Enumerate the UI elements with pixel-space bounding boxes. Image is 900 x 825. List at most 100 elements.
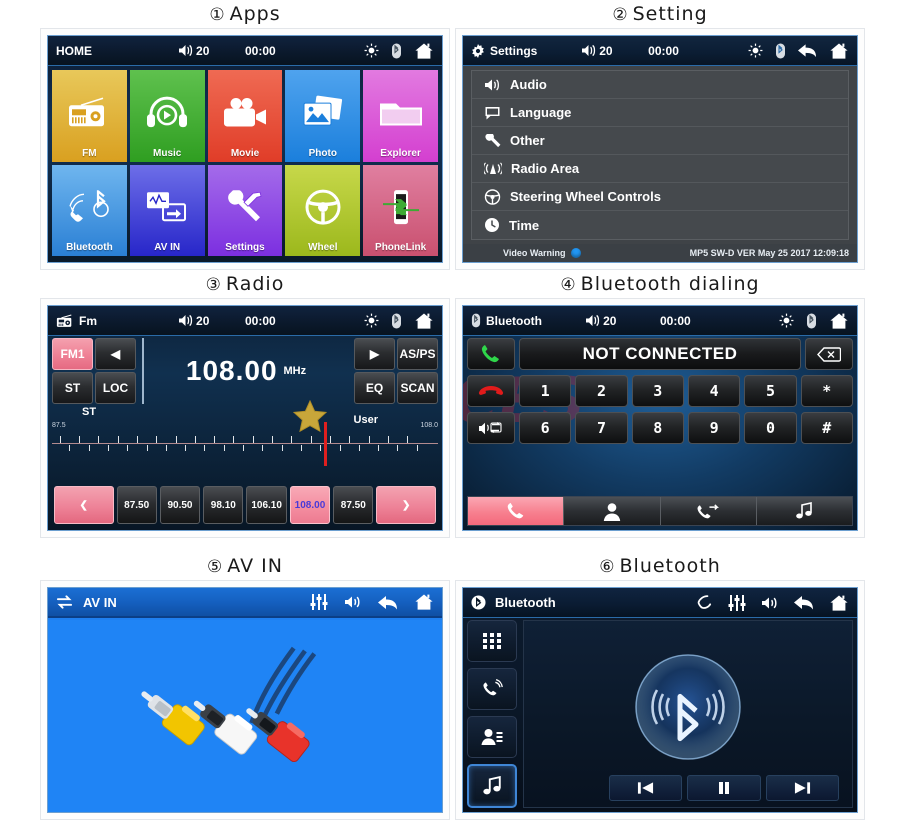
- app-tile-explorer[interactable]: Explorer: [363, 70, 438, 162]
- radio-preset-prev-button[interactable]: ❮: [54, 486, 114, 524]
- dial-key-8[interactable]: 8: [631, 412, 684, 444]
- settings-row-other[interactable]: Other: [472, 127, 848, 155]
- radio-preset-2[interactable]: 90.50: [159, 486, 201, 524]
- settings-row-label: Steering Wheel Controls: [510, 189, 661, 204]
- radio-asps-button[interactable]: AS/PS: [397, 338, 438, 370]
- radio-preset-4[interactable]: 106.10: [246, 486, 287, 524]
- bluetooth-icon[interactable]: [775, 43, 786, 59]
- app-tile-wheel[interactable]: Wheel: [285, 164, 361, 256]
- backspace-button[interactable]: [805, 338, 853, 370]
- apps-statusbar-title: HOME: [56, 43, 92, 58]
- hangup-call-button[interactable]: [467, 375, 515, 407]
- radio-function-controls: ▶ AS/PS EQ SCAN: [354, 338, 438, 404]
- home-icon[interactable]: [829, 594, 849, 612]
- app-tile-bluetooth[interactable]: Bluetooth: [52, 164, 127, 256]
- dial-key-star[interactable]: *: [800, 375, 853, 407]
- radio-preset-3[interactable]: 98.10: [203, 486, 244, 524]
- radio-preset-6[interactable]: 87.50: [333, 486, 374, 524]
- apps-volume[interactable]: 20: [178, 44, 209, 58]
- home-icon[interactable]: [829, 312, 849, 330]
- brightness-icon[interactable]: [364, 43, 379, 58]
- bt-call-history-button[interactable]: [467, 668, 517, 710]
- bt-playback-controls: [609, 775, 839, 801]
- speaker-icon[interactable]: [344, 595, 362, 609]
- app-tile-music[interactable]: Music: [129, 70, 205, 162]
- radio-preset-next-button[interactable]: ❯: [376, 486, 436, 524]
- tab-dialpad[interactable]: [468, 497, 565, 525]
- bluetooth-icon[interactable]: [391, 313, 402, 329]
- settings-row-language[interactable]: Language: [472, 99, 848, 127]
- music-note-icon: [795, 502, 813, 520]
- tab-bt-music[interactable]: [756, 497, 852, 525]
- bt-prev-track-button[interactable]: [609, 775, 683, 801]
- dial-key-7[interactable]: 7: [575, 412, 628, 444]
- radio-prev-button[interactable]: ◀: [95, 338, 136, 370]
- tab-contacts[interactable]: [564, 497, 661, 525]
- dialpad-row-2: 6 7 8 9 0 #: [467, 412, 853, 444]
- video-warning-toggle[interactable]: Video Warning: [503, 248, 581, 258]
- radio-volume[interactable]: 20: [178, 314, 209, 328]
- source-switch-icon[interactable]: [56, 595, 73, 609]
- setting-statusbar-title-group: Settings: [471, 43, 537, 58]
- equalizer-icon[interactable]: [310, 594, 328, 610]
- speaker-icon[interactable]: [761, 596, 779, 610]
- dial-key-4[interactable]: 4: [687, 375, 741, 407]
- tab-call-history[interactable]: [660, 497, 757, 525]
- radio-preset-1[interactable]: 87.50: [116, 486, 157, 524]
- audio-transfer-button[interactable]: [467, 412, 515, 444]
- radio-volume-value: 20: [196, 313, 210, 328]
- dial-key-5[interactable]: 5: [744, 375, 797, 407]
- home-icon[interactable]: [414, 312, 434, 330]
- dial-key-hash[interactable]: #: [800, 412, 853, 444]
- radio-st-button[interactable]: ST: [52, 372, 93, 404]
- app-tile-avin[interactable]: AV IN: [129, 164, 205, 256]
- app-tile-settings[interactable]: Settings: [207, 164, 283, 256]
- brightness-icon[interactable]: [748, 43, 763, 58]
- dial-key-1[interactable]: 1: [519, 375, 572, 407]
- dial-key-2[interactable]: 2: [575, 375, 628, 407]
- panel-setting: ② Setting Settings 20 00:00 Audio Langua…: [455, 0, 865, 272]
- answer-call-button[interactable]: [467, 338, 515, 370]
- radio-eq-button[interactable]: EQ: [354, 372, 395, 404]
- back-icon[interactable]: [794, 595, 814, 610]
- brightness-icon[interactable]: [779, 313, 794, 328]
- equalizer-icon[interactable]: [728, 594, 746, 611]
- phone-icon[interactable]: [696, 594, 713, 611]
- apps-statusbar-icons: [364, 42, 434, 60]
- back-icon[interactable]: [798, 43, 817, 58]
- settings-row-radio-area[interactable]: Radio Area: [472, 155, 848, 183]
- bluetooth-icon[interactable]: [806, 313, 817, 329]
- bt-contacts-button[interactable]: [467, 716, 517, 758]
- app-tile-phonelink[interactable]: PhoneLink: [363, 164, 438, 256]
- home-icon[interactable]: [414, 593, 434, 611]
- dial-key-3[interactable]: 3: [631, 375, 684, 407]
- bt-pause-button[interactable]: [687, 775, 761, 801]
- app-tile-movie[interactable]: Movie: [207, 70, 283, 162]
- app-tile-fm[interactable]: FM: [52, 70, 127, 162]
- radio-band-button[interactable]: FM1: [52, 338, 93, 370]
- radio-next-button[interactable]: ▶: [354, 338, 395, 370]
- dial-key-6[interactable]: 6: [519, 412, 572, 444]
- radio-scan-button[interactable]: SCAN: [397, 372, 438, 404]
- home-icon[interactable]: [414, 42, 434, 60]
- backspace-icon: [817, 346, 841, 362]
- radio-scale[interactable]: ST User 87.5 108.0: [52, 406, 438, 474]
- dial-key-9[interactable]: 9: [687, 412, 741, 444]
- settings-row-audio[interactable]: Audio: [472, 71, 848, 99]
- btdial-volume[interactable]: 20: [585, 314, 616, 328]
- radio-preset-5[interactable]: 108.00: [289, 486, 331, 524]
- bt-keypad-button[interactable]: [467, 620, 517, 662]
- brightness-icon[interactable]: [364, 313, 379, 328]
- setting-volume[interactable]: 20: [581, 44, 613, 58]
- back-icon[interactable]: [378, 595, 398, 610]
- settings-row-time[interactable]: Time: [472, 211, 848, 239]
- bt-music-button[interactable]: [467, 764, 517, 808]
- settings-row-steering-wheel-controls[interactable]: Steering Wheel Controls: [472, 183, 848, 211]
- app-tile-photo[interactable]: Photo: [285, 70, 361, 162]
- dial-number-display[interactable]: NOT CONNECTED: [519, 338, 801, 370]
- bt-next-track-button[interactable]: [765, 775, 839, 801]
- home-icon[interactable]: [829, 42, 849, 60]
- dial-key-0[interactable]: 0: [744, 412, 797, 444]
- radio-loc-button[interactable]: LOC: [95, 372, 136, 404]
- bluetooth-icon[interactable]: [391, 43, 402, 59]
